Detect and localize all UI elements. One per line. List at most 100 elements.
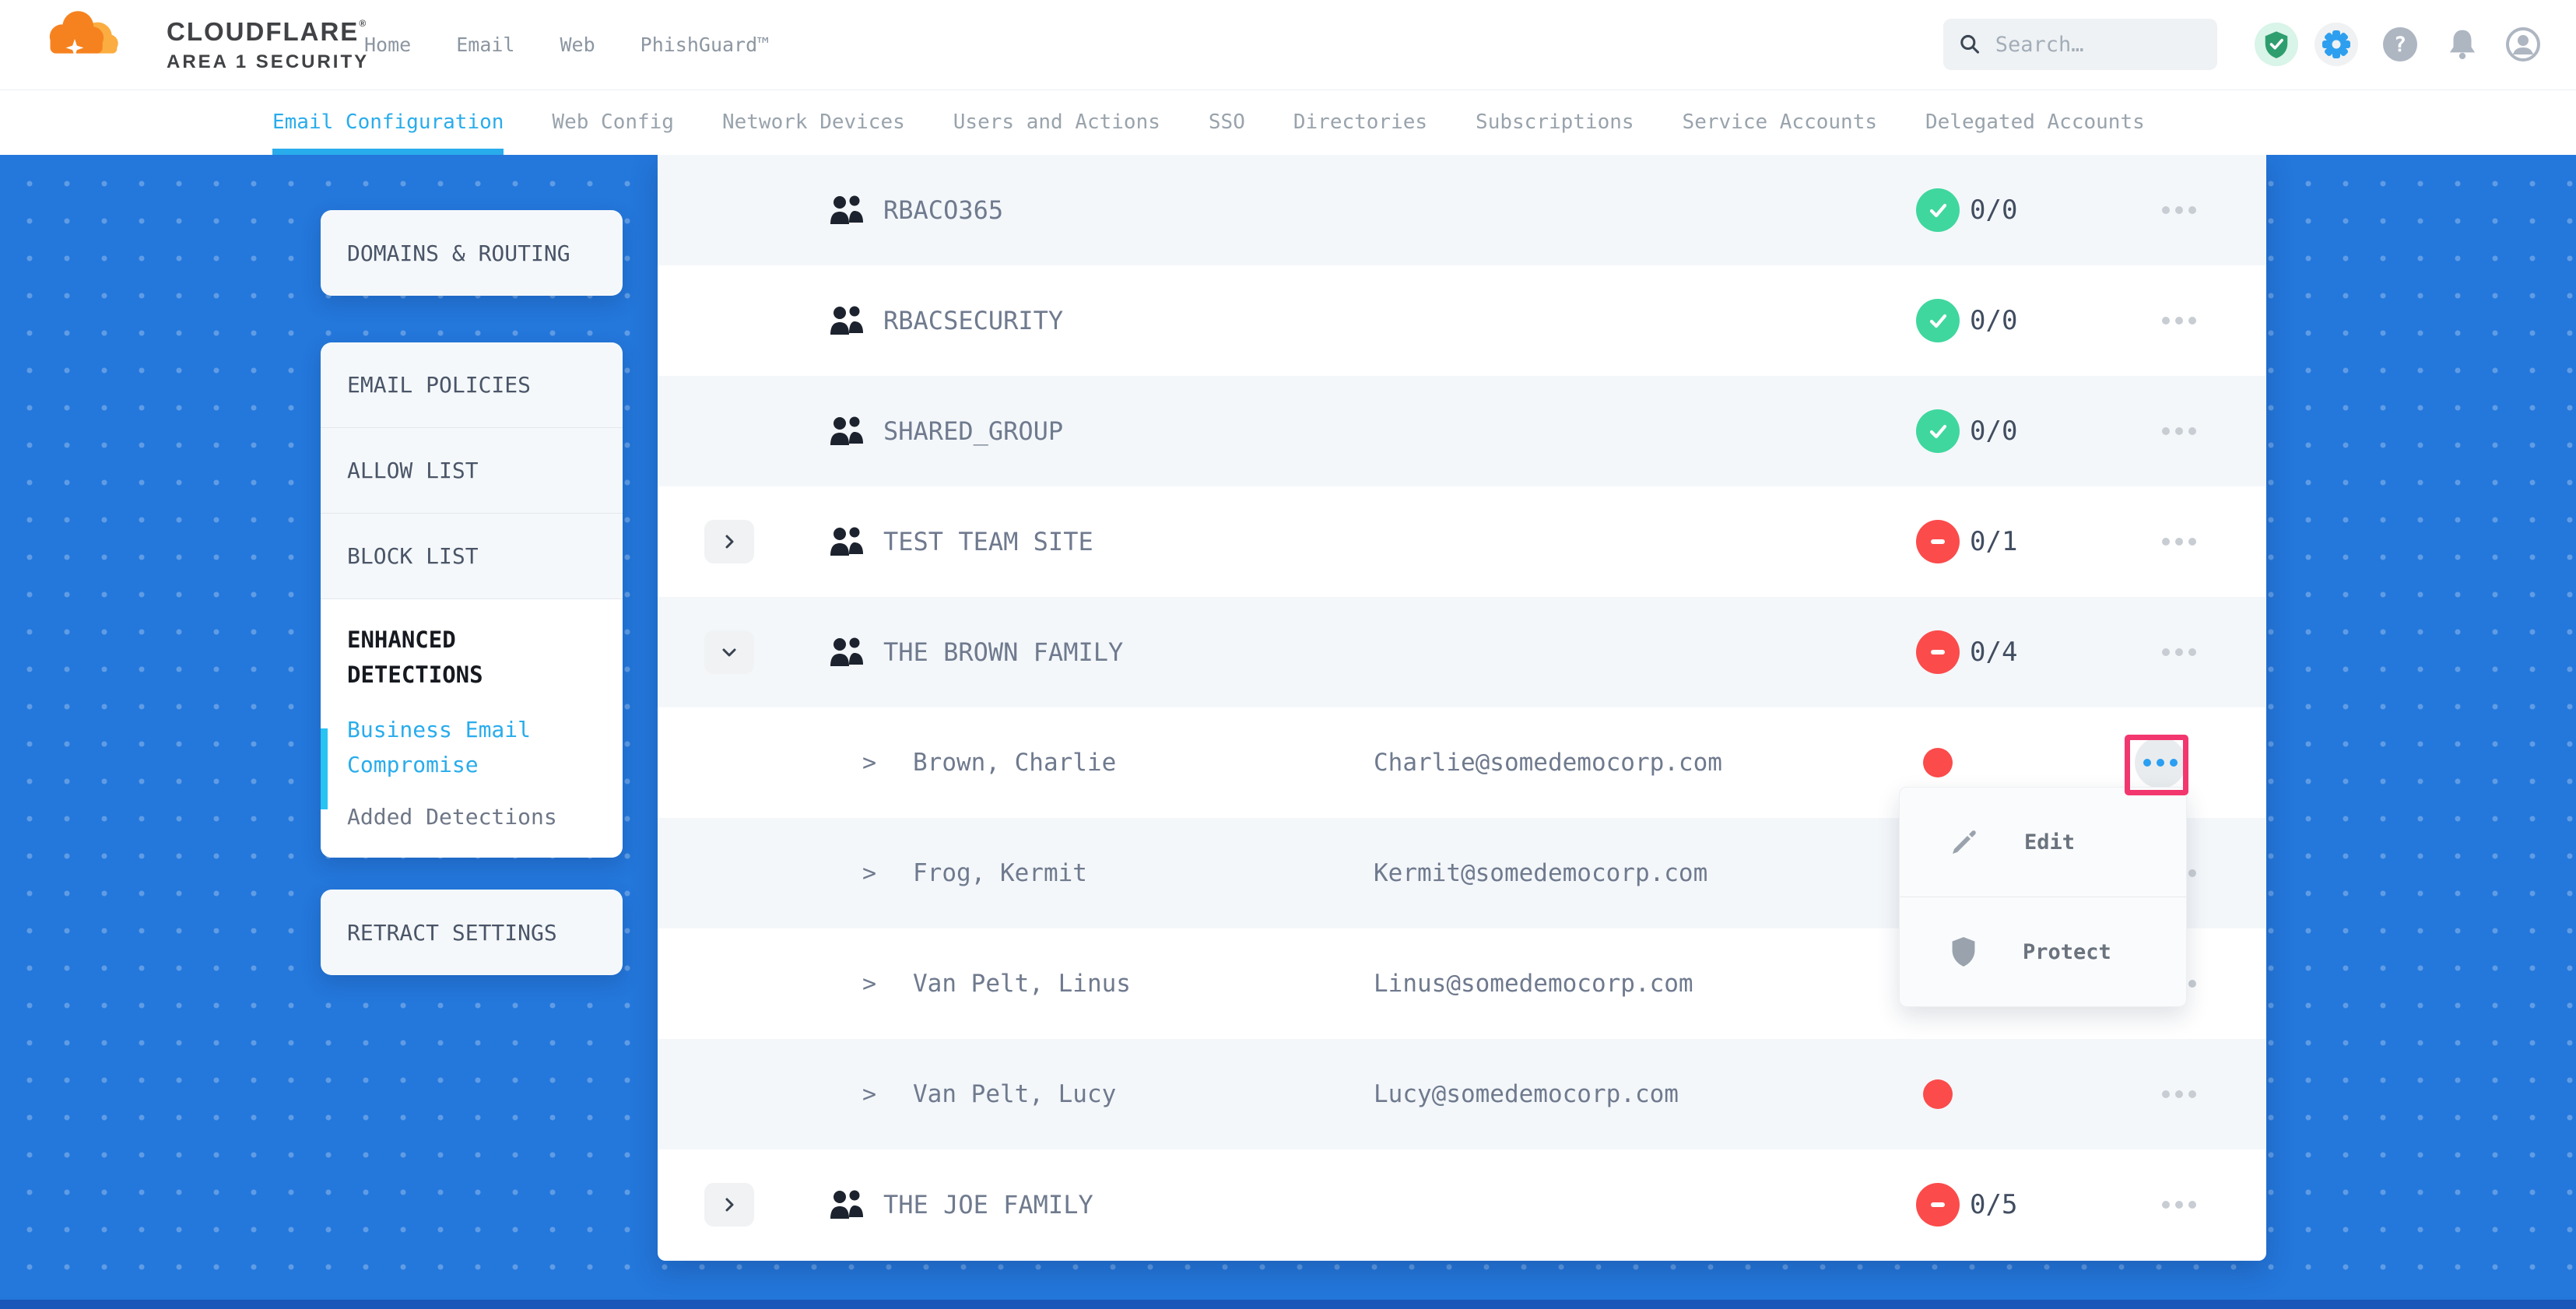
brand-text: CLOUDFLARE® AREA 1 SECURITY [167,17,369,73]
bell-icon [2444,26,2480,62]
tab-web-config[interactable]: Web Config [552,89,674,155]
ellipsis-icon [2162,427,2196,435]
more-button[interactable] [2132,376,2226,486]
more-button[interactable] [2132,155,2226,265]
group-icon [827,193,866,227]
ellipsis-icon [2162,206,2196,214]
sidebar-item-business-email-compromise[interactable]: Business Email Compromise [347,713,596,783]
group-icon [827,525,866,559]
more-button-hover-circle [2135,737,2186,788]
group-name: RBACO365 [883,155,1003,265]
tab-subscriptions[interactable]: Subscriptions [1476,89,1634,155]
nav-email[interactable]: Email [456,33,514,56]
expand-row-button[interactable] [704,520,754,563]
more-button[interactable] [2132,1149,2226,1260]
search-icon [1959,31,1981,58]
member-email: Kermit@somedemocorp.com [1374,818,1707,928]
protection-count: 0/0 [1970,376,2017,486]
group-icon [827,304,866,338]
sidebar-item-enhanced-detections[interactable]: ENHANCED DETECTIONS [347,623,596,693]
table-row: > Van Pelt, Lucy Lucy@somedemocorp.com [658,1039,2266,1149]
tab-directories[interactable]: Directories [1293,89,1427,155]
context-menu-label: Protect [2023,940,2111,964]
sidebar-card-domains-routing: DOMAINS & ROUTING [321,210,623,296]
status-ok-badge [1916,409,1960,453]
more-button[interactable] [2132,265,2226,376]
pencil-icon [1950,827,1979,857]
member-email: Lucy@somedemocorp.com [1374,1039,1679,1149]
tab-delegated-accounts[interactable]: Delegated Accounts [1925,89,2145,155]
sidebar-item-retract-settings[interactable]: RETRACT SETTINGS [321,890,623,975]
more-button[interactable] [2132,1039,2226,1149]
ellipsis-icon [2162,1201,2196,1209]
member-marker: > [862,818,876,928]
ellipsis-icon [2162,538,2196,546]
sidebar-card-retract: RETRACT SETTINGS [321,890,623,975]
group-icon [827,635,866,669]
status-alert-dot [1923,1079,1953,1109]
member-name: Van Pelt, Lucy [913,1039,1116,1149]
more-button[interactable] [2132,597,2226,707]
shield-icon [1950,936,1978,967]
member-marker: > [862,707,876,818]
svg-text:?: ? [2394,33,2406,57]
table-row: TEST TEAM SITE 0/1 [658,486,2266,597]
table-row: THE BROWN FAMILY 0/4 [658,597,2266,707]
sidebar-item-allow-list[interactable]: ALLOW LIST [321,428,623,514]
sidebar-item-email-policies[interactable]: EMAIL POLICIES [321,342,623,428]
tab-network-devices[interactable]: Network Devices [722,89,905,155]
brand-subtitle: AREA 1 SECURITY [167,51,369,73]
group-name: TEST TEAM SITE [883,486,1093,597]
primary-nav: Home Email Web PhishGuard™ [364,0,769,89]
tab-sso[interactable]: SSO [1209,89,1245,155]
chevron-down-icon [720,644,739,660]
directory-table: RBACO365 0/0 RBACSECURITY 0/0 SHARED_GRO… [658,155,2266,1261]
nav-home[interactable]: Home [364,33,411,56]
collapse-row-button[interactable] [704,630,754,674]
ellipsis-icon [2162,1090,2196,1098]
search-bar[interactable] [1943,19,2217,70]
table-row: RBACO365 0/0 [658,155,2266,265]
cloudflare-logo[interactable]: CLOUDFLARE® AREA 1 SECURITY [44,5,370,84]
protection-count: 0/4 [1970,597,2017,707]
group-icon [827,414,866,448]
table-row: RBACSECURITY 0/0 [658,265,2266,376]
notifications-button[interactable] [2441,23,2484,66]
tab-service-accounts[interactable]: Service Accounts [1683,89,1877,155]
table-row: SHARED_GROUP 0/0 [658,376,2266,486]
sidebar-item-domains-routing[interactable]: DOMAINS & ROUTING [321,210,623,296]
member-marker: > [862,928,876,1039]
search-input[interactable] [1994,32,2202,58]
status-alert-badge [1916,520,1960,563]
member-name: Frog, Kermit [913,818,1087,928]
sidebar-item-added-detections[interactable]: Added Detections [347,804,596,830]
account-button[interactable] [2501,23,2545,66]
chevron-right-icon [721,532,737,551]
nav-phishguard[interactable]: PhishGuard™ [640,33,770,56]
tab-users-and-actions[interactable]: Users and Actions [953,89,1160,155]
protection-count: 0/5 [1970,1149,2017,1260]
check-icon [1925,308,1950,333]
member-name: Van Pelt, Linus [913,928,1131,1039]
group-name: THE JOE FAMILY [883,1149,1093,1260]
security-status-button[interactable] [2255,23,2298,66]
sidebar-item-block-list[interactable]: BLOCK LIST [321,514,623,599]
member-email: Charlie@somedemocorp.com [1374,707,1722,818]
check-icon [1925,419,1950,444]
context-menu-item-edit[interactable]: Edit [1900,788,2186,897]
context-menu-item-protect[interactable]: Protect [1900,897,2186,1006]
more-button[interactable] [2132,486,2226,597]
secondary-nav: Email Configuration Web Config Network D… [0,89,2576,155]
help-button[interactable]: ? [2378,23,2422,66]
expand-row-button[interactable] [704,1183,754,1227]
settings-button[interactable] [2315,23,2358,66]
tab-email-configuration[interactable]: Email Configuration [272,89,504,155]
status-alert-badge [1916,1183,1960,1227]
nav-web[interactable]: Web [560,33,595,56]
member-marker: > [862,1039,876,1149]
context-menu-label: Edit [2024,830,2075,855]
member-name: Brown, Charlie [913,707,1116,818]
minus-icon [1925,1192,1950,1217]
bottom-accent-strip [0,1300,2576,1309]
ellipsis-icon [2162,317,2196,325]
